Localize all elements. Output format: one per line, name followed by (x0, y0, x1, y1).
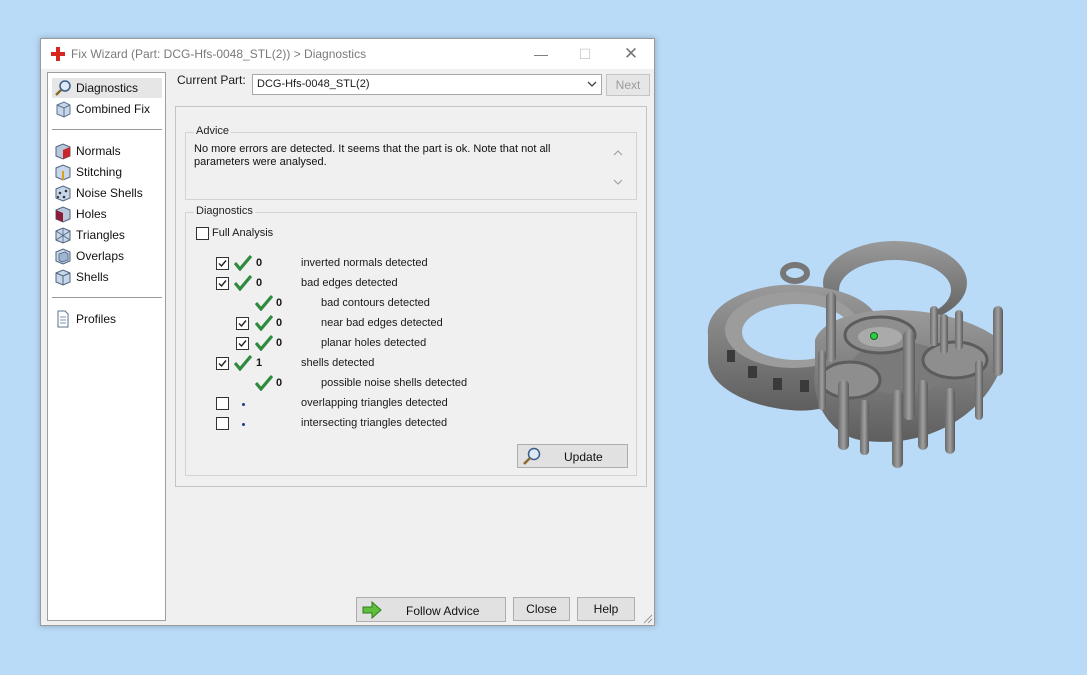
window-title: Fix Wizard (Part: DCG-Hfs-0048_STL(2)) >… (71, 47, 367, 61)
row-checkbox[interactable] (216, 417, 229, 430)
row-label: possible noise shells detected (321, 377, 468, 389)
row-count: 0 (256, 277, 263, 289)
current-part-value: DCG-Hfs-0048_STL(2) (257, 78, 370, 90)
row-count: 0 (276, 337, 283, 349)
row-label: near bad edges detected (321, 317, 443, 329)
chevron-down-icon (587, 81, 597, 87)
green-check-icon (255, 335, 273, 351)
wizard-sidebar: Diagnostics Combined Fix Normals Stitchi… (47, 72, 166, 621)
advice-group: Advice No more errors are detected. It s… (185, 125, 637, 200)
row-checkbox[interactable] (216, 277, 229, 290)
sidebar-item-label: Profiles (76, 312, 117, 326)
diagnostics-panel: Advice No more errors are detected. It s… (175, 106, 647, 487)
full-analysis-label: Full Analysis (212, 227, 274, 239)
green-check-icon (255, 315, 273, 331)
diagnostics-title: Diagnostics (194, 205, 255, 217)
sidebar-item-overlaps[interactable]: Overlaps (52, 246, 162, 266)
row-checkbox[interactable] (236, 337, 249, 350)
triangles-cube-icon (55, 227, 71, 244)
shells-cube-icon (55, 269, 71, 286)
follow-advice-label: Follow Advice (406, 604, 480, 618)
sidebar-item-label: Stitching (76, 165, 123, 179)
row-count: 0 (256, 257, 263, 269)
row-count: 1 (256, 357, 263, 369)
magnifier-icon (523, 447, 541, 465)
green-check-icon (234, 355, 252, 371)
overlaps-cube-icon (55, 248, 71, 265)
row-label: intersecting triangles detected (301, 417, 448, 429)
row-checkbox[interactable] (216, 397, 229, 410)
green-check-icon (234, 255, 252, 271)
sidebar-item-label: Combined Fix (76, 102, 151, 116)
row-checkbox[interactable] (216, 257, 229, 270)
close-window-button[interactable]: ✕ (609, 39, 653, 69)
row-label: shells detected (301, 357, 375, 369)
sidebar-item-label: Normals (76, 144, 121, 158)
diagnostics-group: Diagnostics Full Analysis 0 inverted nor… (185, 205, 637, 476)
advice-title: Advice (194, 125, 232, 137)
row-label: inverted normals detected (301, 257, 428, 269)
document-icon (57, 310, 69, 328)
row-checkbox[interactable] (236, 317, 249, 330)
scroll-down-icon[interactable] (612, 176, 624, 188)
update-button[interactable]: Update (517, 444, 628, 468)
sidebar-item-shells[interactable]: Shells (52, 267, 162, 287)
row-label: bad edges detected (301, 277, 398, 289)
scroll-up-icon[interactable] (612, 147, 624, 159)
sidebar-item-triangles[interactable]: Triangles (52, 225, 162, 245)
resize-grip-icon[interactable] (643, 614, 653, 624)
sidebar-item-diagnostics[interactable]: Diagnostics (52, 78, 162, 98)
sidebar-item-holes[interactable]: Holes (52, 204, 162, 224)
full-analysis-checkbox[interactable] (196, 227, 209, 240)
pending-dot-icon (242, 403, 245, 406)
fix-wizard-window: Fix Wizard (Part: DCG-Hfs-0048_STL(2)) >… (40, 38, 655, 626)
sidebar-item-label: Diagnostics (76, 81, 139, 95)
row-count: 0 (276, 377, 283, 389)
green-arrow-icon (362, 600, 382, 620)
sidebar-item-noise-shells[interactable]: Noise Shells (52, 183, 162, 203)
sidebar-item-label: Noise Shells (76, 186, 143, 200)
current-part-label: Current Part: (177, 73, 246, 87)
sidebar-item-normals[interactable]: Normals (52, 141, 162, 161)
row-label: overlapping triangles detected (301, 397, 448, 409)
green-check-icon (234, 275, 252, 291)
row-checkbox[interactable] (216, 357, 229, 370)
red-cross-icon (51, 47, 65, 61)
advice-text[interactable]: No more errors are detected. It seems th… (194, 143, 606, 189)
minimize-button[interactable]: — (519, 39, 563, 69)
normals-cube-icon (55, 143, 71, 160)
noise-shells-icon (55, 185, 71, 202)
current-part-dropdown[interactable]: DCG-Hfs-0048_STL(2) (252, 74, 602, 95)
green-check-icon (255, 375, 273, 391)
cube-stack-icon (56, 101, 71, 118)
green-check-icon (255, 295, 273, 311)
sidebar-divider (52, 129, 162, 130)
follow-advice-button[interactable]: Follow Advice (356, 597, 506, 622)
sidebar-divider (52, 297, 162, 298)
close-button[interactable]: Close (513, 597, 570, 621)
row-label: bad contours detected (321, 297, 430, 309)
row-count: 0 (276, 297, 283, 309)
sidebar-item-label: Shells (76, 270, 109, 284)
sidebar-item-label: Overlaps (76, 249, 125, 263)
sidebar-item-combined-fix[interactable]: Combined Fix (52, 99, 162, 119)
update-button-label: Update (564, 450, 603, 464)
pending-dot-icon (242, 423, 245, 426)
sidebar-item-stitching[interactable]: Stitching (52, 162, 162, 182)
magnifier-icon (55, 80, 71, 96)
help-button[interactable]: Help (577, 597, 635, 621)
next-button[interactable]: Next (606, 74, 650, 96)
row-label: planar holes detected (321, 337, 427, 349)
holes-cube-icon (55, 206, 71, 223)
sidebar-item-label: Holes (76, 207, 107, 221)
maximize-button[interactable]: ☐ (563, 39, 607, 69)
sidebar-item-label: Triangles (76, 228, 125, 242)
stitching-cube-icon (55, 164, 71, 181)
sidebar-item-profiles[interactable]: Profiles (52, 309, 162, 329)
title-bar[interactable]: Fix Wizard (Part: DCG-Hfs-0048_STL(2)) >… (41, 39, 654, 69)
row-count: 0 (276, 317, 283, 329)
